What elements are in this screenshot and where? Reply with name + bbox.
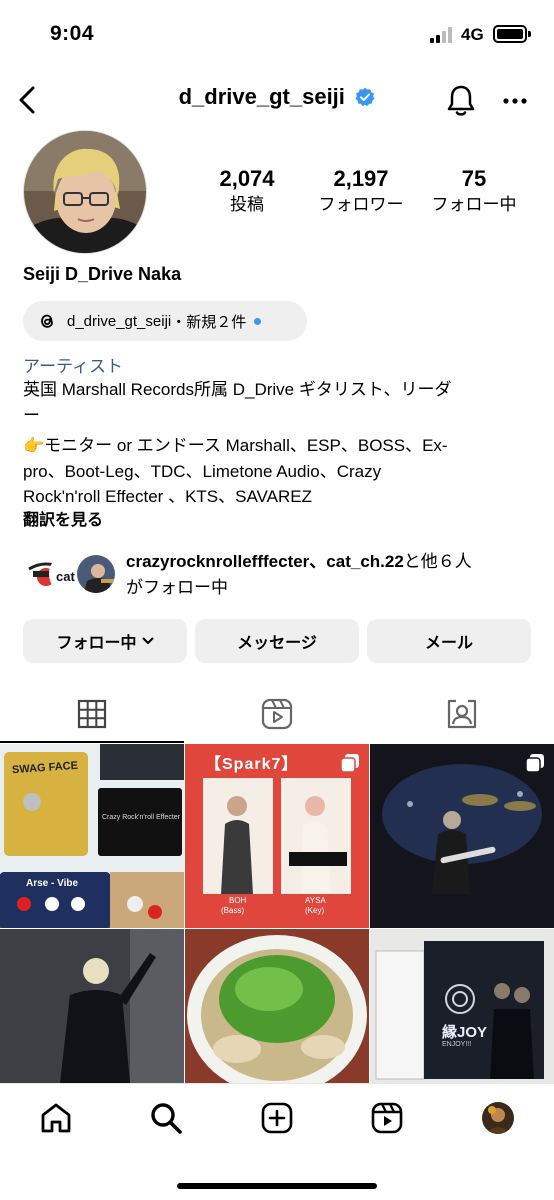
post-caption: Arse - Vibe xyxy=(26,878,79,889)
reels-icon xyxy=(371,1102,403,1134)
nav-search[interactable] xyxy=(141,1098,191,1138)
see-translation-link[interactable]: 翻訳を見る xyxy=(23,506,103,530)
post-thumbnail[interactable] xyxy=(370,744,554,928)
home-indicator xyxy=(177,1183,377,1189)
home-icon xyxy=(41,1103,71,1133)
stat-posts-label: 投稿 xyxy=(230,195,264,214)
profile-category[interactable]: アーティスト xyxy=(23,352,123,377)
profile-avatar[interactable] xyxy=(23,130,147,254)
tab-posts[interactable] xyxy=(0,685,184,743)
post-thumbnail[interactable]: SWAG FACE Crazy Rock'n'roll Effecter Ars… xyxy=(0,744,184,928)
tagged-icon xyxy=(447,699,477,729)
signal-icon xyxy=(430,27,456,43)
stat-posts[interactable]: 2,074 投稿 xyxy=(192,166,302,216)
profile-name: Seiji D_Drive Naka xyxy=(23,264,182,284)
bio-line: pro、Boot-Leg、TDC、Limetone Audio、Crazy xyxy=(23,461,382,481)
post-caption: AYSA xyxy=(305,896,326,905)
carousel-icon xyxy=(340,754,359,773)
active-tab-indicator xyxy=(0,741,184,743)
stat-following-value: 75 xyxy=(461,166,487,191)
post-caption: Crazy Rock'n'roll Effecter xyxy=(102,814,181,821)
top-nav: d_drive_gt_seiji xyxy=(0,70,554,130)
stat-following-label: フォロー中 xyxy=(431,195,517,214)
bell-icon xyxy=(447,85,475,116)
status-bar: 9:04 4G xyxy=(0,0,554,70)
mutual-followers-suffix: と他６人 xyxy=(403,552,472,571)
profile-actions: フォロー中 メッセージ メール xyxy=(23,619,531,663)
post-caption: 縁JOY xyxy=(442,1024,488,1041)
network-label: 4G xyxy=(461,25,484,44)
battery-icon xyxy=(493,25,527,43)
post-thumbnail[interactable] xyxy=(185,929,369,1083)
message-button-label: メッセージ xyxy=(237,635,317,652)
following-button-label: フォロー中 xyxy=(56,635,137,652)
reels-icon xyxy=(261,698,293,730)
verified-badge-icon xyxy=(355,87,375,107)
email-button-label: メール xyxy=(424,635,473,652)
stat-followers-value: 2,197 xyxy=(333,166,389,191)
stat-followers-label: フォロワー xyxy=(318,195,404,214)
post-thumbnail[interactable]: 縁JOY ENJOY!!! xyxy=(370,929,554,1083)
mutual-followers-avatars[interactable]: cat xyxy=(23,553,118,597)
profile-bio: 英国 Marshall Records所属 D_Drive ギタリスト、リーダ … xyxy=(23,377,523,510)
grid-icon xyxy=(77,699,107,729)
stat-following[interactable]: 75 フォロー中 xyxy=(419,166,529,216)
threads-icon xyxy=(41,314,53,328)
mutual-followers-text[interactable]: crazyrocknrollefffecter、cat_ch.22と他６人 がフ… xyxy=(126,549,536,601)
post-caption: (Key) xyxy=(305,906,325,915)
threads-badge[interactable]: d_drive_gt_seiji ・新規２件 xyxy=(23,301,307,341)
nav-home[interactable] xyxy=(31,1098,81,1138)
bio-line: ー xyxy=(23,405,40,425)
carousel-icon xyxy=(525,754,544,773)
profile-avatar xyxy=(482,1102,514,1134)
posts-grid: SWAG FACE Crazy Rock'n'roll Effecter Ars… xyxy=(0,744,554,1083)
threads-new-dot xyxy=(254,317,262,325)
more-options-button[interactable] xyxy=(498,82,532,120)
username-title: d_drive_gt_seiji xyxy=(178,84,345,109)
post-thumbnail[interactable] xyxy=(0,929,184,1083)
bio-line: 👉モニター or エンドース Marshall、ESP、BOSS、Ex- xyxy=(23,436,448,455)
post-caption: ENJOY!!! xyxy=(442,1041,472,1048)
mutual-avatar xyxy=(75,553,117,595)
tab-reels[interactable] xyxy=(185,685,369,743)
stat-posts-value: 2,074 xyxy=(219,166,275,191)
threads-new-count: ・新規２件 xyxy=(171,313,247,331)
nav-create[interactable] xyxy=(252,1098,302,1138)
following-button[interactable]: フォロー中 xyxy=(23,619,187,663)
search-icon xyxy=(151,1103,182,1134)
chevron-down-icon xyxy=(142,637,153,644)
post-caption: (Bass) xyxy=(221,906,245,915)
threads-handle: d_drive_gt_seiji xyxy=(67,312,172,330)
status-time: 9:04 xyxy=(50,22,95,45)
post-thumbnail[interactable]: 【Spark7】 BOH (Bass) AYSA (Key) xyxy=(185,744,369,928)
nav-profile[interactable] xyxy=(473,1098,523,1138)
create-icon xyxy=(261,1102,293,1134)
email-button[interactable]: メール xyxy=(367,619,531,663)
nav-reels[interactable] xyxy=(362,1098,412,1138)
bio-line: 英国 Marshall Records所属 D_Drive ギタリスト、リーダ xyxy=(23,380,452,399)
post-caption: 【Spark7】 xyxy=(205,756,299,773)
stat-followers[interactable]: 2,197 フォロワー xyxy=(306,166,416,216)
tab-tagged[interactable] xyxy=(370,685,554,743)
message-button[interactable]: メッセージ xyxy=(195,619,359,663)
mutual-followers-line2: がフォロー中 xyxy=(126,578,228,597)
profile-tabs xyxy=(0,685,554,743)
svg-text:cat: cat xyxy=(56,569,75,584)
post-caption: BOH xyxy=(229,896,247,905)
mutual-followers-names: crazyrocknrollefffecter、cat_ch.22 xyxy=(126,552,404,571)
notifications-button[interactable] xyxy=(442,82,480,120)
more-horizontal-icon xyxy=(503,98,527,104)
